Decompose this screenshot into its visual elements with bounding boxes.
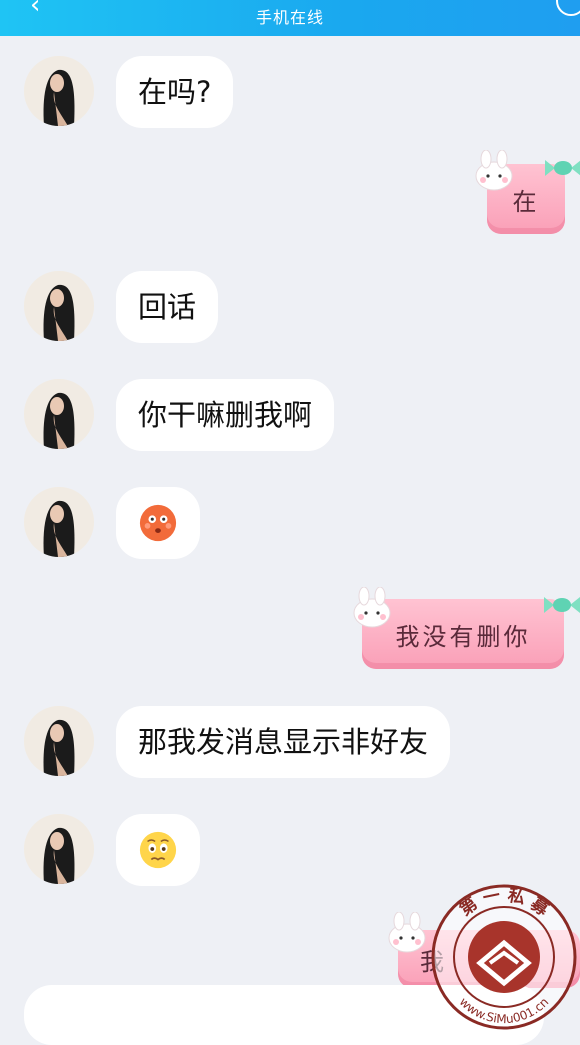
flushed-face-emoji-icon: [139, 504, 177, 542]
avatar[interactable]: [24, 271, 94, 341]
message-row: [0, 487, 580, 559]
message-row: 在吗?: [0, 56, 580, 128]
incoming-bubble[interactable]: 回话: [116, 271, 219, 343]
top-bar: ‹ 手机在线: [0, 0, 580, 36]
incoming-bubble[interactable]: 那我发消息显示非好友: [116, 706, 451, 778]
bunny-sticker-icon: [353, 587, 391, 628]
message-text: 你干嘛删我啊: [138, 398, 313, 432]
message-row: 你干嘛删我啊: [0, 379, 580, 451]
message-text: 那我发消息显示非好友: [138, 725, 429, 759]
incoming-bubble[interactable]: 在吗?: [116, 56, 234, 128]
incoming-bubble[interactable]: [116, 814, 200, 886]
avatar[interactable]: [24, 487, 94, 557]
message-row: [0, 814, 580, 886]
message-row: 回话: [0, 271, 580, 343]
bunny-sticker-icon: [388, 912, 426, 953]
avatar[interactable]: [24, 379, 94, 449]
message-row: 在: [0, 150, 580, 240]
avatar[interactable]: [24, 706, 94, 776]
incoming-bubble[interactable]: [116, 487, 200, 559]
message-row: 我没有删你: [0, 587, 580, 677]
message-row: 那我发消息显示非好友: [0, 706, 580, 778]
candy-icon: [544, 597, 580, 613]
pleading-face-emoji-icon: [139, 831, 177, 869]
avatar[interactable]: [24, 814, 94, 884]
message-text: 在: [512, 187, 540, 216]
simu-watermark-logo: 第 一 私 募 www.SiMu001.cn: [431, 884, 577, 1030]
incoming-bubble[interactable]: 你干嘛删我啊: [116, 379, 335, 451]
message-text: 我没有删你: [395, 622, 531, 651]
message-text: 回话: [138, 290, 197, 324]
message-text: 在吗?: [138, 75, 212, 109]
avatar[interactable]: [24, 56, 94, 126]
online-status: 手机在线: [255, 8, 324, 27]
bunny-sticker-icon: [475, 150, 513, 191]
candy-icon: [545, 160, 580, 176]
